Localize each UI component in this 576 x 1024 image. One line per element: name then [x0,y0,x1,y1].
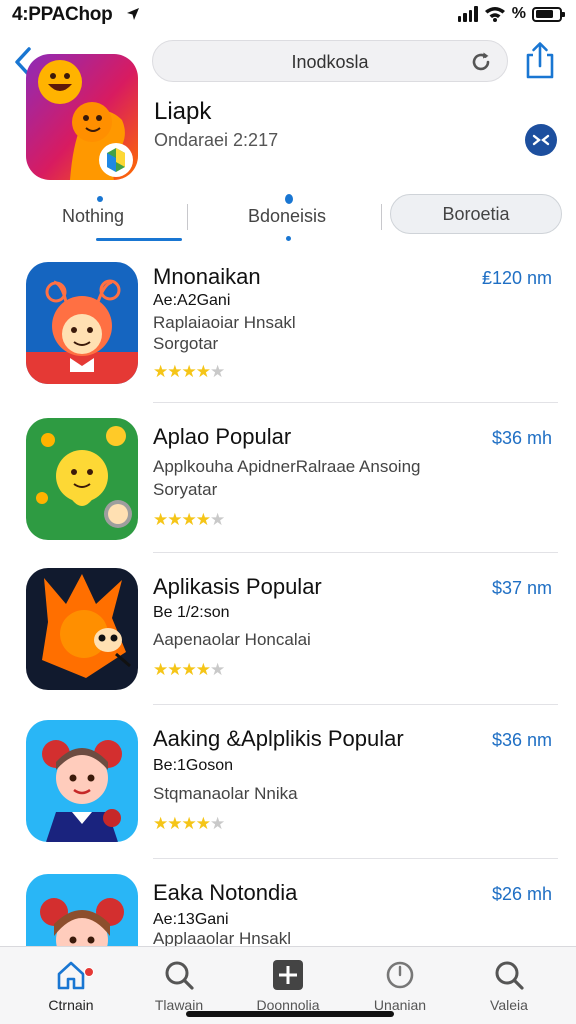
app-icon [26,262,138,384]
app-title: Aplikasis Popular [153,574,322,599]
star-filled-icon: ★ [167,660,182,679]
app-description: Applkouha ApidnerRalraae Ansoing [153,457,421,476]
app-price[interactable]: $26 mh [492,884,552,905]
star-filled-icon: ★ [167,362,182,381]
search-icon [495,961,524,990]
star-filled-icon: ★ [167,814,182,833]
status-bar: 4:PPAChop % [0,0,576,30]
tab-indicator-dot [286,236,291,241]
app-description: Raplaiaoiar Hnsakl [153,313,296,332]
list-item[interactable]: Aplao Popular $36 mh Applkouha ApidnerRa… [0,404,576,554]
app-price[interactable]: $36 nm [492,730,552,751]
star-empty-icon: ★ [210,660,225,679]
app-price[interactable]: ₤120 nm [482,268,552,289]
star-filled-icon: ★ [181,660,197,679]
app-title: Eaka Notondia [153,880,298,905]
app-title: Aaking &Aplplikis Popular [153,726,404,751]
tab-boroetia[interactable]: Boroetia [390,194,562,234]
app-meta: Be 1/2:son [153,604,230,621]
list-item[interactable]: Mnonaikan ₤120 nm Ae:A2Gani Raplaiaoiar … [0,252,576,403]
app-description: Aapenaolar Honcalai [153,630,311,649]
tab-bar-item-search[interactable]: Tlawain [134,957,224,1013]
star-filled-icon: ★ [153,362,168,381]
tab-bar-item-home[interactable]: Ctrnain [26,957,116,1013]
circle-icon [386,961,414,989]
app-price[interactable]: $37 nm [492,578,552,599]
signal-icon [457,6,478,22]
star-filled-icon: ★ [195,510,211,529]
app-meta: Ae:13Gani [153,911,229,928]
tab-bar-item-add[interactable]: Doonnolia [243,957,333,1013]
tab-bdoneisis[interactable]: Bdoneisis [248,206,326,227]
location-arrow-icon [127,8,139,20]
battery-icon [532,6,565,22]
row-divider [153,704,558,705]
list-item[interactable]: Aplikasis Popular $37 nm Be 1/2:son Aape… [0,554,576,705]
app-category: Sorgotar [153,334,219,353]
plus-square-icon [273,960,303,990]
app-icon [26,418,138,540]
star-filled-icon: ★ [181,814,197,833]
tab-indicator-dot [97,196,103,202]
active-tab-underline [96,238,182,241]
segmented-tabs: Nothing Bdoneisis Boroetia [0,192,576,244]
app-title: Mnonaikan [153,264,261,289]
row-divider [153,858,558,859]
share-icon[interactable] [523,40,557,80]
star-filled-icon: ★ [153,814,168,833]
app-subtitle: Ondaraei 2:217 [154,130,279,150]
app-icon[interactable] [26,54,138,180]
search-text: Inodkosla [291,52,369,72]
search-icon [165,961,194,990]
app-description: Stqmanaolar Nnika [153,784,298,803]
tab-bar-label: Ctrnain [48,997,94,1013]
app-meta: Be:1Goson [153,757,234,774]
star-filled-icon: ★ [181,510,197,529]
options-button[interactable] [525,124,557,156]
star-rating: ★★★★★ [153,660,225,680]
star-filled-icon: ★ [195,362,211,381]
tab-divider [381,204,382,230]
star-rating: ★★★★★ [153,362,225,382]
star-filled-icon: ★ [153,510,168,529]
search-bar[interactable]: Inodkosla [152,40,508,82]
star-empty-icon: ★ [210,362,225,381]
shuffle-icon [532,134,550,146]
star-filled-icon: ★ [195,814,211,833]
tab-divider [187,204,188,230]
tab-nothing[interactable]: Nothing [62,206,124,227]
app-category: Soryatar [153,480,218,499]
home-indicator [186,1011,394,1017]
star-empty-icon: ★ [210,814,225,833]
tab-bar-item-search-2[interactable]: Valeia [464,957,554,1013]
star-filled-icon: ★ [195,660,211,679]
star-filled-icon: ★ [153,660,168,679]
status-time: 4:PPAChop [12,4,113,25]
list-item[interactable]: Aaking &Aplplikis Popular $36 nm Be:1Gos… [0,706,576,859]
star-filled-icon: ★ [167,510,182,529]
app-icon [26,720,138,842]
reload-icon[interactable] [469,50,493,74]
app-meta: Ae:A2Gani [153,292,231,309]
tab-bar-label: Valeia [490,997,528,1013]
star-rating: ★★★★★ [153,814,225,834]
star-empty-icon: ★ [210,510,225,529]
tab-bar-item-updates[interactable]: Unanian [355,957,445,1013]
row-divider [153,552,558,553]
battery-percent: % [511,5,526,22]
tab-indicator-dot [285,194,293,204]
app-title: Aplao Popular [153,424,292,449]
notification-dot [84,967,94,977]
row-divider [153,402,558,403]
star-rating: ★★★★★ [153,510,225,530]
app-icon [26,568,138,690]
status-icons: % [457,5,565,23]
wifi-icon [484,7,505,22]
app-price[interactable]: $36 mh [492,428,552,449]
home-icon [57,961,85,990]
app-title: Liapk [154,98,212,125]
star-filled-icon: ★ [181,362,197,381]
